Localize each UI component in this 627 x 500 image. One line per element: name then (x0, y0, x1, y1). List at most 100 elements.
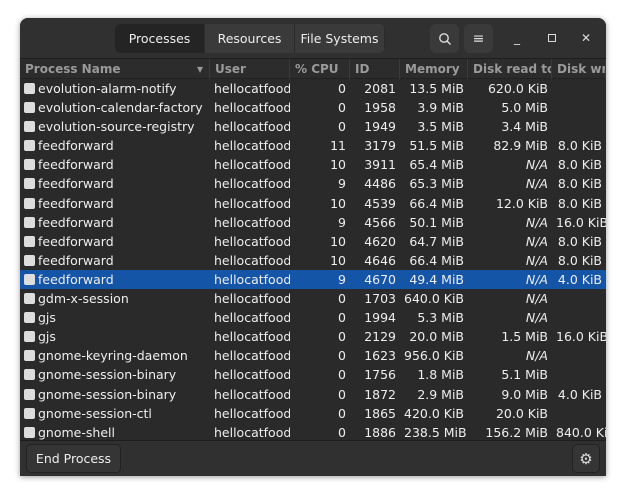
cell-disk-write: 4.0 KiB (557, 271, 602, 287)
cell-process-name: gnome-session-ctl (20, 404, 210, 423)
process-row[interactable]: gnome-session-binary hellocatfood 0 1872 2.9… (20, 385, 606, 404)
menu-button[interactable]: ≡ (464, 24, 493, 53)
process-name: evolution-calendar-factory (38, 100, 203, 116)
cell-user: hellocatfood (214, 405, 290, 421)
cell-process-name: feedforward (20, 251, 210, 270)
view-switcher: Processes Resources File Systems (115, 24, 385, 53)
process-row[interactable]: evolution-calendar-factory hellocatfood 0 1… (20, 98, 606, 117)
cell-disk-write: 840.0 KiB (556, 424, 606, 440)
process-row[interactable]: gjs hellocatfood 0 2129 20.0 MiB 1.5 MiB 16.0 … (20, 327, 606, 346)
cell-user: hellocatfood (214, 252, 290, 268)
app-icon (24, 254, 35, 266)
cell-disk-write: 8.0 KiB (557, 176, 602, 192)
cell-id: 2129 (364, 329, 396, 345)
cell-disk-read: N/A (525, 291, 548, 307)
cell-process-name: gnome-keyring-daemon (20, 346, 210, 365)
search-icon (438, 32, 451, 45)
cell-memory: 66.4 MiB (409, 195, 464, 211)
cell-user: hellocatfood (214, 367, 290, 383)
cell-cpu: 10 (330, 233, 346, 249)
tab-resources[interactable]: Resources (205, 24, 295, 53)
process-row[interactable]: gdm-x-session hellocatfood 0 1703 640.0 KiB N… (20, 289, 606, 308)
sort-descending-icon: ▾ (196, 62, 203, 76)
cell-cpu: 0 (338, 367, 346, 383)
process-row[interactable]: evolution-source-registry hellocatfood 0 19… (20, 117, 606, 136)
system-monitor-window: Processes Resources File Systems ≡ _ ✕ P… (20, 18, 606, 476)
process-name: gnome-keyring-daemon (38, 348, 188, 364)
process-row[interactable]: feedforward hellocatfood 10 4646 66.4 MiB N/A… (20, 251, 606, 270)
cell-cpu: 0 (338, 81, 346, 96)
cell-disk-read: 156.2 MiB (485, 424, 548, 440)
cell-id: 2081 (364, 81, 396, 96)
process-row[interactable]: feedforward hellocatfood 11 3179 51.5 MiB 82.… (20, 136, 606, 155)
cell-disk-write: 16.0 KiB (556, 329, 606, 345)
process-row[interactable]: feedforward hellocatfood 10 4620 64.7 MiB N/A… (20, 232, 606, 251)
process-row[interactable]: gnome-session-ctl hellocatfood 0 1865 420.0 … (20, 404, 606, 423)
process-row[interactable]: gnome-session-binary hellocatfood 0 1756 1.8… (20, 365, 606, 384)
cell-memory: 49.4 MiB (409, 271, 464, 287)
app-icon (24, 140, 35, 152)
cell-disk-read: N/A (525, 310, 548, 326)
process-row[interactable]: gnome-keyring-daemon hellocatfood 0 1623 956… (20, 346, 606, 365)
process-name: evolution-alarm-notify (38, 81, 177, 96)
process-row[interactable]: evolution-alarm-notify hellocatfood 0 2081 1… (20, 79, 606, 98)
cell-disk-read: 3.4 MiB (501, 119, 548, 135)
process-row[interactable]: feedforward hellocatfood 9 4670 49.4 MiB N/A 4… (20, 269, 606, 290)
process-row[interactable]: feedforward hellocatfood 9 4566 50.1 MiB N/A 1… (20, 213, 606, 232)
process-name: feedforward (38, 271, 114, 287)
app-icon (24, 369, 35, 381)
cell-process-name: feedforward (20, 136, 210, 155)
process-row[interactable]: feedforward hellocatfood 10 3911 65.4 MiB N/A… (20, 155, 606, 174)
cell-cpu: 10 (330, 157, 346, 173)
search-button[interactable] (430, 24, 459, 53)
column-cpu[interactable]: % CPU (290, 59, 350, 79)
process-row[interactable]: feedforward hellocatfood 9 4486 65.3 MiB N/A 8… (20, 174, 606, 193)
tab-file-systems[interactable]: File Systems (295, 24, 385, 53)
cell-user: hellocatfood (214, 233, 290, 249)
mail-icon (24, 121, 35, 133)
cell-disk-read: 5.1 MiB (501, 367, 548, 383)
cell-id: 4620 (364, 233, 396, 249)
process-name: evolution-source-registry (38, 119, 195, 135)
cell-disk-read: 5.0 MiB (501, 100, 548, 116)
cell-cpu: 11 (330, 138, 346, 154)
app-icon (24, 178, 35, 190)
end-process-button[interactable]: End Process (26, 444, 121, 473)
process-row[interactable]: feedforward hellocatfood 10 4539 66.4 MiB 12.… (20, 194, 606, 213)
close-button[interactable]: ✕ (576, 28, 596, 48)
app-icon (24, 159, 35, 171)
cell-id: 4539 (364, 195, 396, 211)
column-user[interactable]: User (210, 59, 290, 79)
settings-button[interactable]: ⚙ (572, 444, 600, 473)
process-row[interactable]: gjs hellocatfood 0 1994 5.3 MiB N/A (20, 308, 606, 327)
cell-user: hellocatfood (214, 310, 290, 326)
process-name: gnome-session-binary (38, 386, 177, 402)
cell-memory: 66.4 MiB (409, 252, 464, 268)
process-name: feedforward (38, 214, 114, 230)
cell-cpu: 0 (338, 119, 346, 135)
minimize-button[interactable]: _ (507, 28, 527, 48)
process-list[interactable]: evolution-alarm-notify hellocatfood 0 2081 1… (20, 79, 606, 440)
cell-disk-write (552, 365, 606, 384)
column-process-name[interactable]: Process Name ▾ (20, 59, 210, 79)
cell-cpu: 10 (330, 195, 346, 211)
cell-process-name: evolution-alarm-notify (20, 79, 210, 98)
tab-processes[interactable]: Processes (115, 24, 205, 53)
column-memory[interactable]: Memory (400, 59, 468, 79)
cell-id: 1623 (364, 348, 396, 364)
cell-memory: 65.3 MiB (409, 176, 464, 192)
column-id[interactable]: ID (350, 59, 400, 79)
column-disk-read-total[interactable]: Disk read total (468, 59, 552, 79)
process-row[interactable]: gnome-shell hellocatfood 0 1886 238.5 MiB 156… (20, 423, 606, 440)
header-bar: Processes Resources File Systems ≡ _ ✕ (20, 18, 606, 59)
process-name: feedforward (38, 157, 114, 173)
column-disk-write-total[interactable]: Disk write total (552, 59, 606, 79)
cell-memory: 5.3 MiB (417, 310, 464, 326)
cell-disk-read: N/A (525, 252, 548, 268)
cell-disk-write: 4.0 KiB (557, 386, 602, 402)
app-icon (24, 197, 35, 209)
cell-disk-read: N/A (525, 214, 548, 230)
maximize-button[interactable] (542, 28, 562, 48)
process-name: feedforward (38, 195, 114, 211)
cell-id: 4566 (364, 214, 396, 230)
